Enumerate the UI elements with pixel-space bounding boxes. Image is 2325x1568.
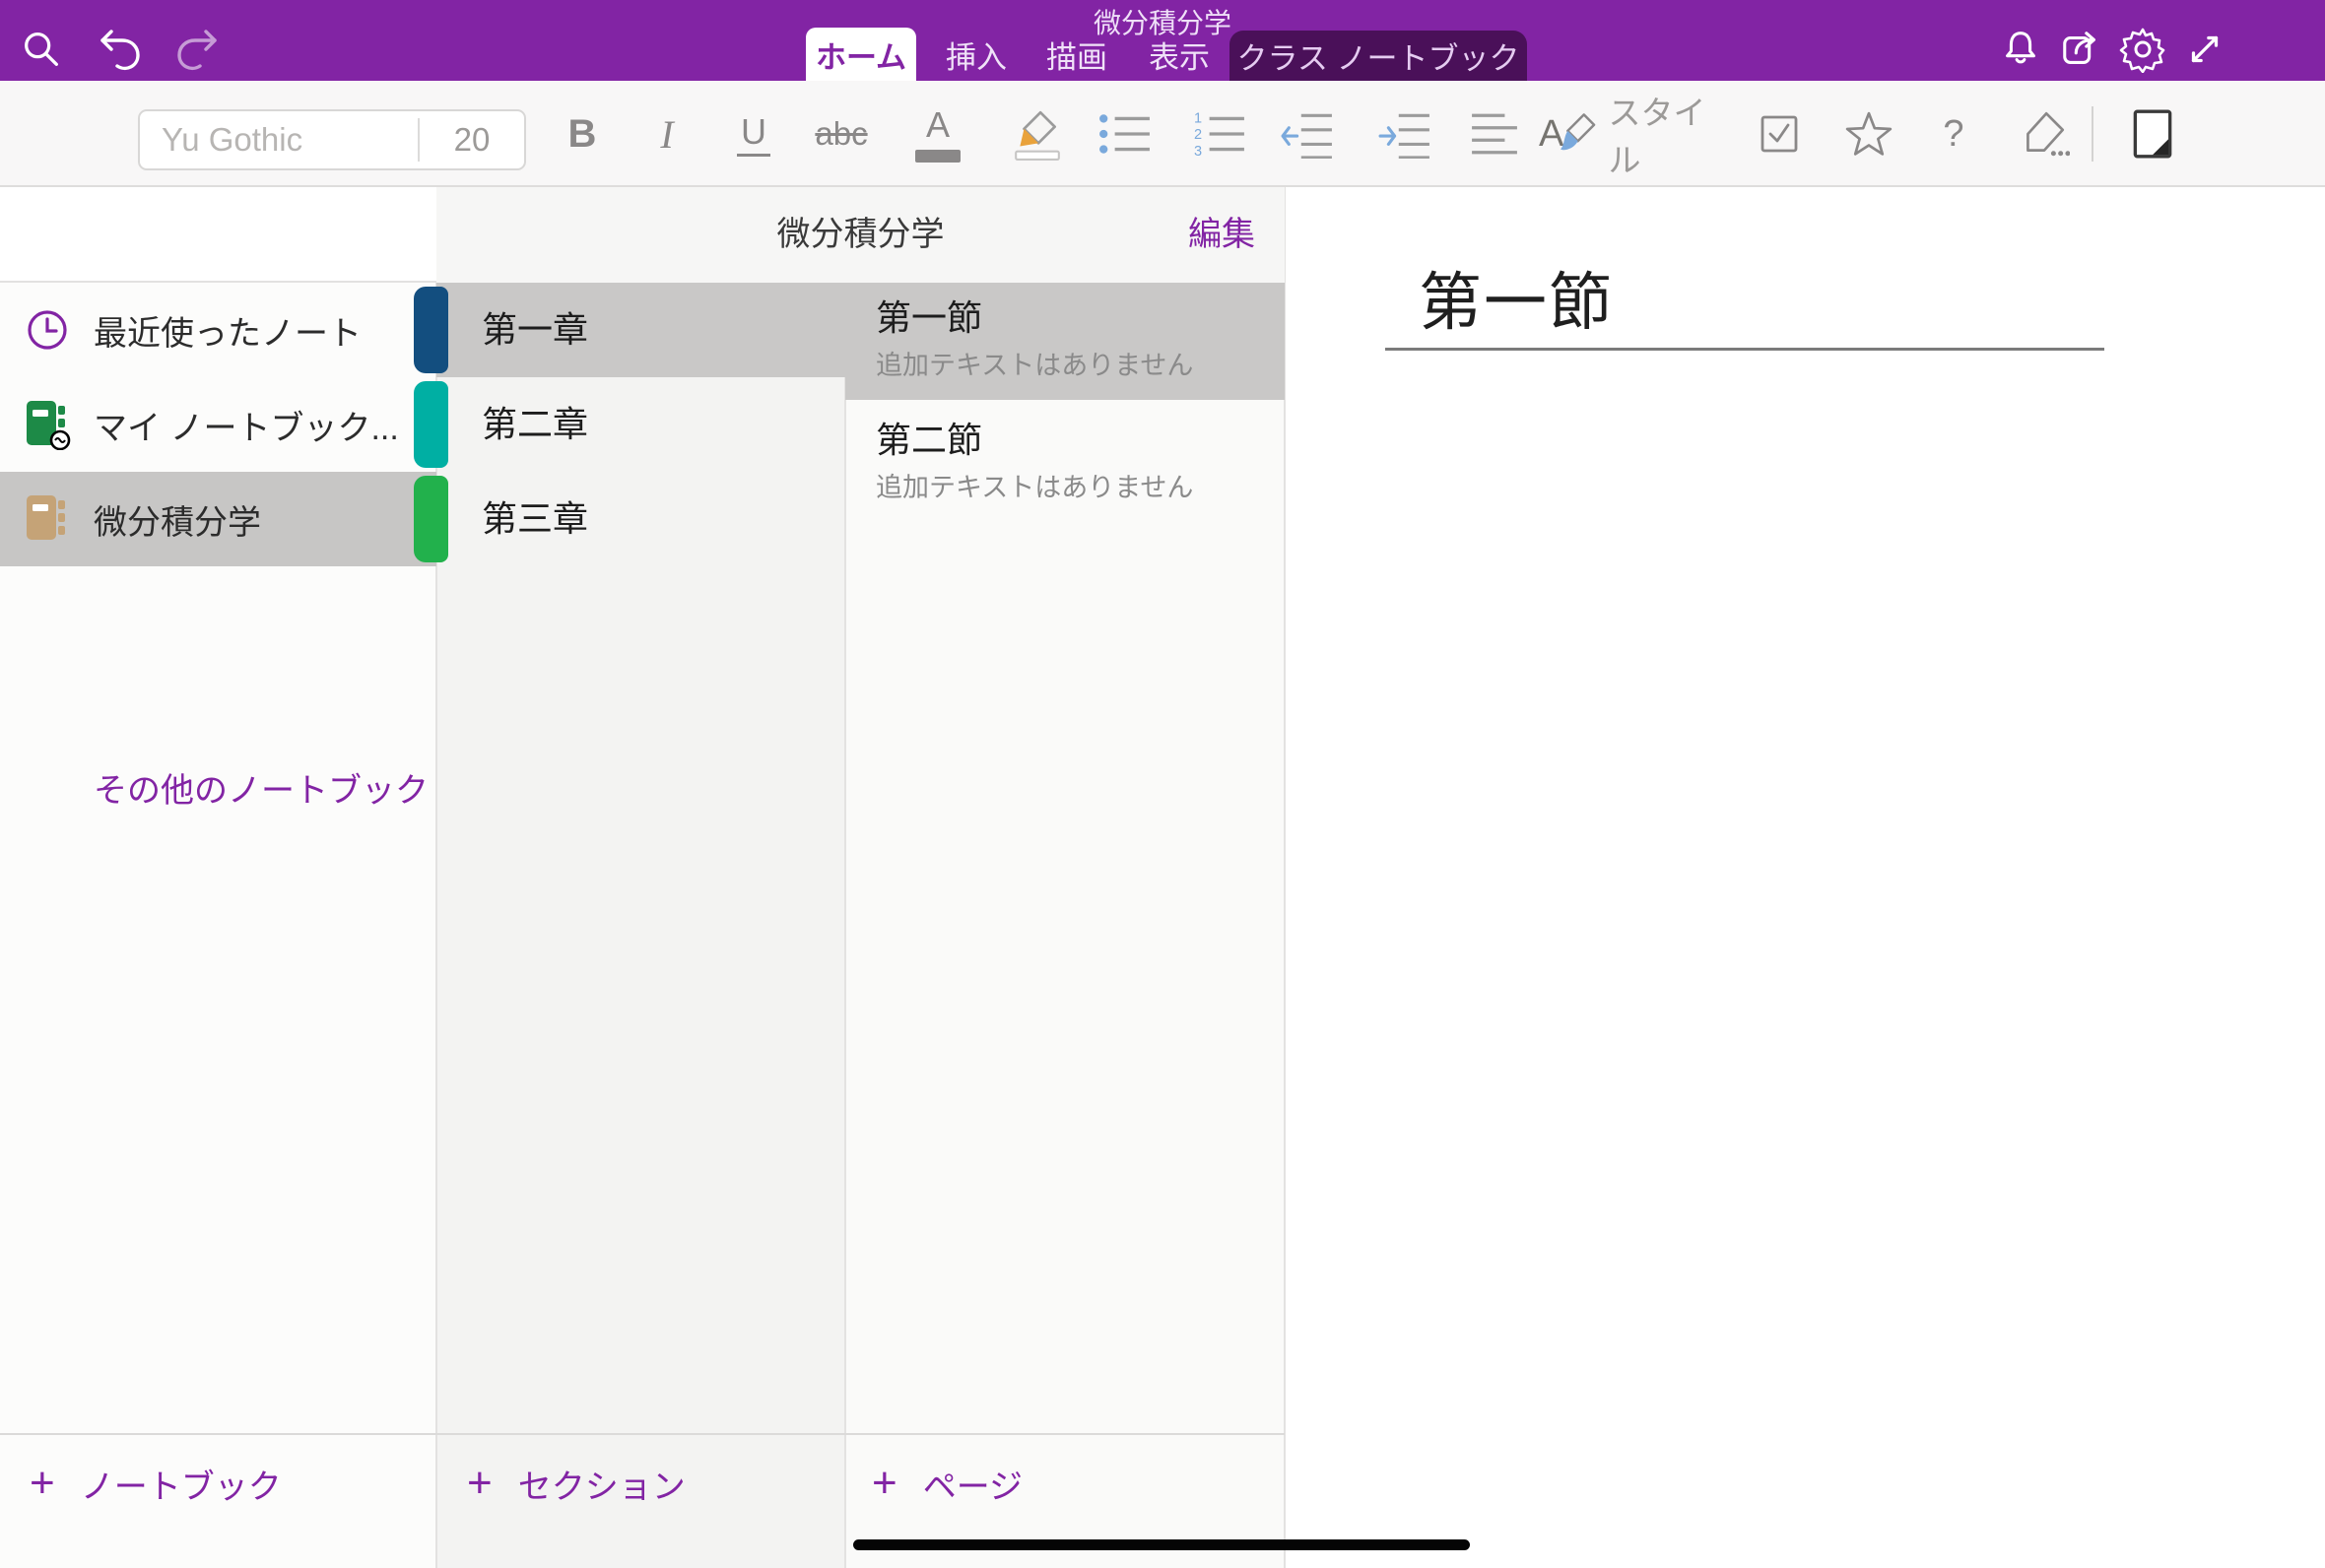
todo-checkbox-tag-icon[interactable] <box>1746 81 1813 187</box>
page-title-underline <box>1385 348 2104 351</box>
home-indicator[interactable] <box>853 1539 1470 1550</box>
section-row-chapter1[interactable]: 第一章 <box>436 283 845 377</box>
bold-button[interactable]: B <box>549 81 616 187</box>
tab-draw[interactable]: 描画 <box>1032 28 1121 81</box>
page-title-field[interactable]: 第一節 <box>1419 252 1614 343</box>
plus-icon: + <box>467 1462 493 1505</box>
font-size-field[interactable]: 20 <box>420 121 524 159</box>
sidebar-item-recent-notes[interactable]: 最近使ったノート <box>0 283 436 377</box>
outdent-icon[interactable] <box>1274 81 1341 187</box>
section-color-tab-green[interactable] <box>414 476 448 562</box>
ribbon-tabs: ホーム 挿入 描画 表示 クラス ノートブック <box>0 0 2325 81</box>
sidebar-item-calculus[interactable]: 微分積分学 <box>0 472 436 566</box>
section-row-chapter2[interactable]: 第二章 <box>436 377 845 472</box>
add-notebook-button[interactable]: + ノートブック <box>30 1452 282 1515</box>
highlighter-icon[interactable] <box>1004 81 1071 187</box>
edit-button[interactable]: 編集 <box>1188 187 1255 283</box>
recent-clock-icon <box>0 306 94 354</box>
share-icon[interactable] <box>2058 26 2105 73</box>
tab-class-notebook[interactable]: クラス ノートブック <box>1229 31 1527 81</box>
main-area: 微分積分学 編集 最近使ったノート <box>0 187 2325 1568</box>
indent-icon[interactable] <box>1371 81 1438 187</box>
svg-text:3: 3 <box>1194 144 1202 158</box>
expand-icon[interactable] <box>2181 26 2228 73</box>
underline-button[interactable]: U <box>720 81 787 187</box>
styles-brush-icon <box>1558 111 1598 157</box>
font-picker[interactable]: Yu Gothic 20 <box>138 109 526 170</box>
section-row-chapter3[interactable]: 第三章 <box>436 472 845 566</box>
notebook-header-title: 微分積分学 <box>436 187 1285 283</box>
section-color-tab-blue[interactable] <box>414 287 448 373</box>
sidebar-item-label: マイ ノートブック... <box>94 401 399 449</box>
page-title: 第一節 <box>876 296 1285 340</box>
toolbar-divider <box>2092 106 2093 162</box>
add-section-label: セクション <box>518 1460 686 1508</box>
font-color-swatch <box>915 150 961 163</box>
italic-button[interactable]: I <box>633 81 700 187</box>
notebook-tan-icon <box>0 493 94 545</box>
tab-insert[interactable]: 挿入 <box>932 28 1021 81</box>
page-row-section1[interactable]: 第一節 追加テキストはありません <box>845 283 1285 400</box>
add-page-button[interactable]: + ページ <box>872 1452 1023 1515</box>
sidebar-item-label: 微分積分学 <box>94 495 261 544</box>
add-section-button[interactable]: + セクション <box>467 1452 686 1515</box>
font-color-button[interactable]: A <box>904 81 971 187</box>
question-tag-icon[interactable]: ? <box>1920 81 1987 187</box>
plus-icon: + <box>30 1462 55 1505</box>
formatting-toolbar: Yu Gothic 20 B I U abc A 1 <box>0 81 2325 187</box>
page-title: 第二節 <box>876 419 1285 462</box>
footer-divider <box>0 1433 1285 1435</box>
more-notebooks-link[interactable]: その他のノートブック <box>94 763 429 812</box>
tab-view[interactable]: 表示 <box>1135 28 1224 81</box>
notebook-header: 微分積分学 編集 <box>436 187 1285 283</box>
sidebar-header-area <box>0 187 436 283</box>
page-subtitle: 追加テキストはありません <box>876 346 1285 385</box>
bullet-list-icon[interactable] <box>1092 81 1159 187</box>
notebook-green-sync-icon <box>0 399 94 450</box>
notifications-bell-icon[interactable] <box>1997 26 2044 73</box>
page-format-icon[interactable] <box>2119 81 2186 187</box>
add-notebook-label: ノートブック <box>81 1460 282 1508</box>
settings-gear-icon[interactable] <box>2119 26 2166 73</box>
plus-icon: + <box>872 1462 897 1505</box>
more-tags-icon[interactable] <box>2010 81 2077 187</box>
section-color-tab-teal[interactable] <box>414 381 448 468</box>
numbered-list-icon[interactable]: 1 2 3 <box>1186 81 1253 187</box>
star-tag-icon[interactable] <box>1835 81 1902 187</box>
sidebar-item-my-notebooks[interactable]: マイ ノートブック... <box>0 377 436 472</box>
page-subtitle: 追加テキストはありません <box>876 468 1285 507</box>
editor-content: 第一節 <box>1285 187 2325 1568</box>
strikethrough-button[interactable]: abc <box>808 81 875 187</box>
top-app-bar: 微分積分学 ホーム 挿入 描画 表示 クラス ノートブック <box>0 0 2325 81</box>
font-name-field[interactable]: Yu Gothic <box>140 121 418 159</box>
svg-text:1: 1 <box>1194 111 1202 127</box>
svg-text:2: 2 <box>1194 127 1202 143</box>
tab-home[interactable]: ホーム <box>806 28 916 81</box>
alignment-icon[interactable] <box>1461 81 1528 187</box>
styles-button[interactable]: A スタイル <box>1539 81 1736 187</box>
add-page-label: ページ <box>923 1460 1023 1508</box>
page-row-section2[interactable]: 第二節 追加テキストはありません <box>845 405 1285 522</box>
onenote-app: 微分積分学 ホーム 挿入 描画 表示 クラス ノートブック <box>0 0 2325 1568</box>
styles-label: スタイル <box>1609 87 1736 181</box>
sidebar-item-label: 最近使ったノート <box>94 306 362 355</box>
